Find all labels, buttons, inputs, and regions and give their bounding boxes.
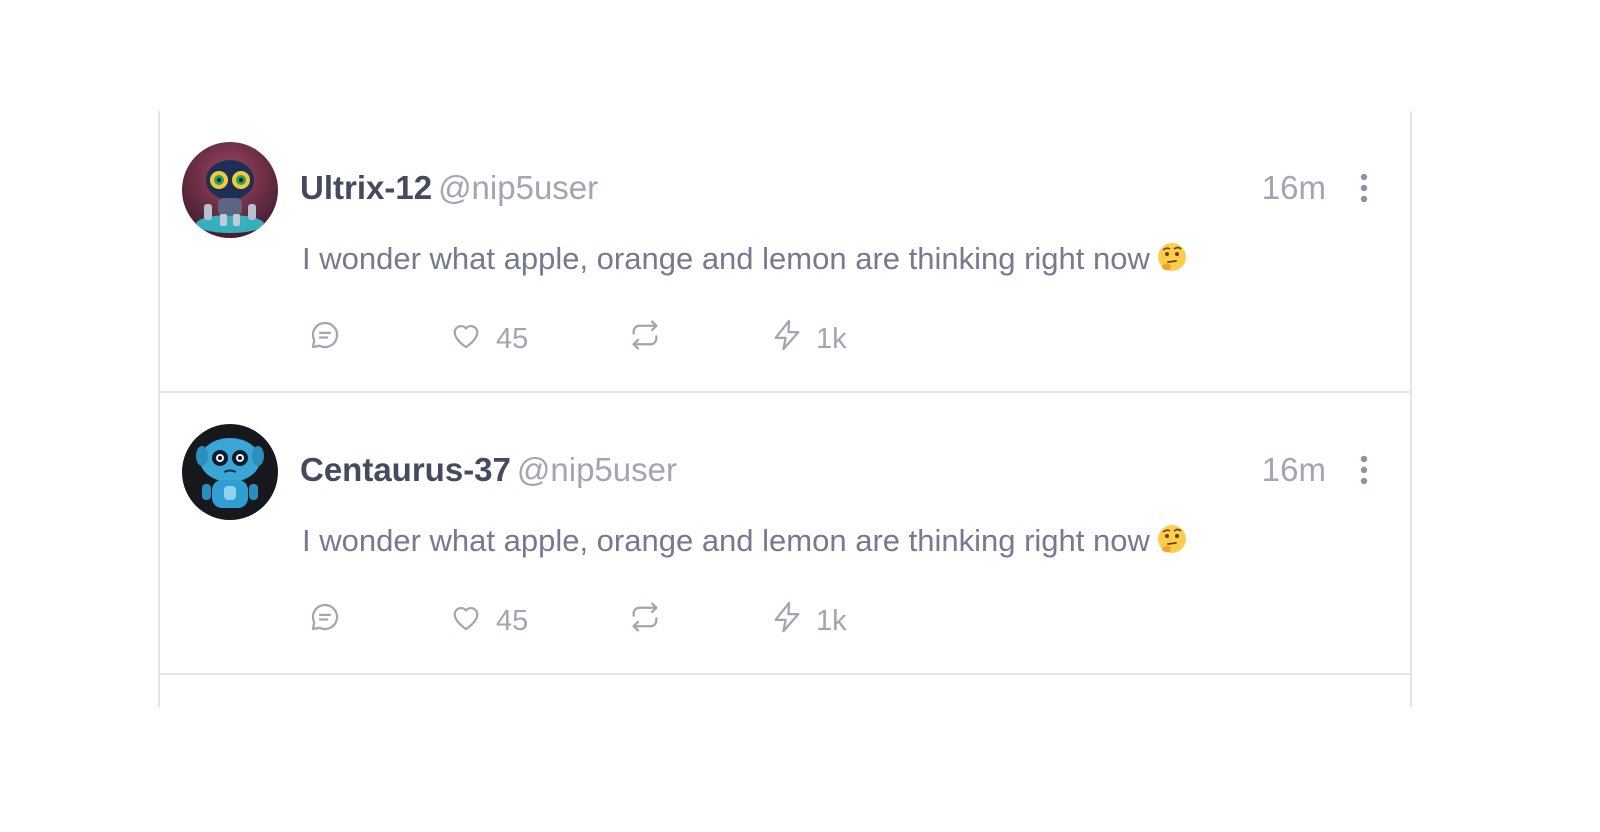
- post-content: I wonder what apple, orange and lemon ar…: [302, 238, 1188, 285]
- post-timestamp: 16m: [1261, 451, 1326, 488]
- chat-bubble-icon: [308, 318, 342, 360]
- zap-button[interactable]: 1k: [770, 319, 847, 359]
- like-count: 45: [496, 604, 529, 637]
- post-content: I wonder what apple, orange and lemon ar…: [302, 520, 1188, 567]
- post-header: Ultrix-12 @nip5user: [300, 167, 598, 209]
- post-card[interactable]: Ultrix-12 @nip5user 16m I wonder what app…: [160, 111, 1410, 393]
- author-handle[interactable]: @nip5user: [438, 169, 598, 206]
- zap-count: 1k: [816, 322, 847, 355]
- more-vertical-icon[interactable]: [1352, 171, 1376, 205]
- post-timestamp: 16m: [1261, 169, 1326, 206]
- thinking-face-icon: [1156, 242, 1188, 285]
- repost-icon: [628, 600, 662, 642]
- repost-icon: [628, 318, 662, 360]
- zap-button[interactable]: 1k: [770, 601, 847, 641]
- zap-count: 1k: [816, 604, 847, 637]
- reply-button[interactable]: [308, 319, 342, 359]
- avatar[interactable]: [182, 424, 278, 520]
- thinking-face-icon: [1156, 524, 1188, 567]
- post-header: Centaurus-37 @nip5user: [300, 449, 677, 491]
- author-name[interactable]: Centaurus-37: [300, 451, 511, 488]
- repost-button[interactable]: [628, 319, 662, 359]
- author-name[interactable]: Ultrix-12: [300, 169, 432, 206]
- post-card[interactable]: Centaurus-37 @nip5user 16m I wonder what …: [160, 393, 1410, 675]
- heart-icon: [448, 318, 484, 360]
- like-button[interactable]: 45: [448, 601, 528, 641]
- feed: Ultrix-12 @nip5user 16m I wonder what app…: [158, 111, 1412, 707]
- like-button[interactable]: 45: [448, 319, 528, 359]
- author-handle[interactable]: @nip5user: [517, 451, 677, 488]
- lightning-icon: [770, 317, 804, 361]
- chat-bubble-icon: [308, 600, 342, 642]
- post-text: I wonder what apple, orange and lemon ar…: [302, 241, 1150, 276]
- more-vertical-icon[interactable]: [1352, 453, 1376, 487]
- avatar[interactable]: [182, 142, 278, 238]
- post-text: I wonder what apple, orange and lemon ar…: [302, 523, 1150, 558]
- lightning-icon: [770, 599, 804, 643]
- like-count: 45: [496, 322, 529, 355]
- repost-button[interactable]: [628, 601, 662, 641]
- reply-button[interactable]: [308, 601, 342, 641]
- heart-icon: [448, 600, 484, 642]
